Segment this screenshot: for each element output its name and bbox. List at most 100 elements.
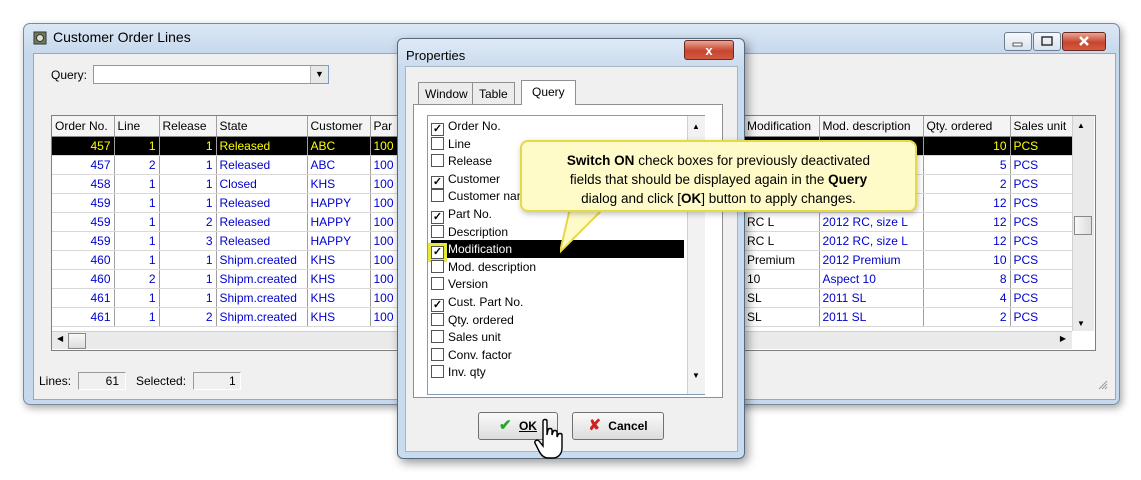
cell-order[interactable]: 457 bbox=[52, 136, 115, 156]
cell-order[interactable]: 460 bbox=[52, 250, 115, 270]
tab-query[interactable]: Query bbox=[521, 80, 576, 105]
table-row[interactable]: 460 2 1 Shipm.created KHS 100 bbox=[52, 269, 398, 289]
cell-order[interactable]: 459 bbox=[52, 193, 115, 213]
cell-unit[interactable]: PCS bbox=[1010, 193, 1073, 213]
cell-modification[interactable]: 10 bbox=[744, 269, 820, 289]
cell-release[interactable]: 1 bbox=[159, 155, 217, 175]
cell-release[interactable]: 1 bbox=[159, 269, 217, 289]
checkbox-unchecked[interactable] bbox=[431, 154, 444, 168]
checkbox-unchecked[interactable] bbox=[431, 330, 444, 344]
field-item[interactable]: ✓ Modification bbox=[431, 240, 684, 260]
checkbox-unchecked[interactable] bbox=[431, 259, 444, 273]
cell-mod-desc[interactable]: 2011 SL bbox=[819, 307, 924, 327]
maximize-button[interactable] bbox=[1033, 32, 1061, 51]
table-row[interactable]: RC L 2012 RC, size L 12 PCS bbox=[744, 212, 1073, 232]
cell-customer[interactable]: HAPPY bbox=[307, 193, 371, 213]
column-header[interactable]: Qty. ordered bbox=[923, 116, 1011, 137]
cell-mod-desc[interactable]: 2012 Premium bbox=[819, 250, 924, 270]
cell-qty[interactable]: 2 bbox=[923, 174, 1011, 194]
cell-state[interactable]: Shipm.created bbox=[216, 288, 308, 308]
cell-unit[interactable]: PCS bbox=[1010, 155, 1073, 175]
cell-line[interactable]: 2 bbox=[114, 155, 160, 175]
table-row[interactable]: 460 1 1 Shipm.created KHS 100 bbox=[52, 250, 398, 270]
cell-unit[interactable]: PCS bbox=[1010, 174, 1073, 194]
checkbox-unchecked[interactable] bbox=[431, 136, 444, 150]
field-item[interactable]: Description bbox=[431, 223, 508, 241]
column-header[interactable]: Release bbox=[159, 116, 217, 137]
cell-customer[interactable]: KHS bbox=[307, 250, 371, 270]
grid-vertical-scrollbar[interactable]: ▲ ▼ bbox=[1072, 116, 1094, 331]
cell-customer[interactable]: KHS bbox=[307, 174, 371, 194]
cell-line[interactable]: 2 bbox=[114, 269, 160, 289]
cell-state[interactable]: Shipm.created bbox=[216, 250, 308, 270]
cell-qty[interactable]: 8 bbox=[923, 269, 1011, 289]
scroll-up-icon[interactable]: ▲ bbox=[1077, 121, 1085, 130]
scroll-down-icon[interactable]: ▼ bbox=[1077, 319, 1085, 328]
cell-part[interactable]: 100 bbox=[370, 193, 398, 213]
cell-modification[interactable]: SL bbox=[744, 288, 820, 308]
cell-part[interactable]: 100 bbox=[370, 269, 398, 289]
cell-line[interactable]: 1 bbox=[114, 307, 160, 327]
cell-order[interactable]: 459 bbox=[52, 231, 115, 251]
cell-state[interactable]: Released bbox=[216, 155, 308, 175]
column-header[interactable]: Sales unit bbox=[1010, 116, 1073, 137]
cell-order[interactable]: 460 bbox=[52, 269, 115, 289]
cell-unit[interactable]: PCS bbox=[1010, 231, 1073, 251]
field-item[interactable]: Version bbox=[431, 275, 488, 293]
cell-line[interactable]: 1 bbox=[114, 250, 160, 270]
table-row[interactable]: 457 2 1 Released ABC 100 bbox=[52, 155, 398, 175]
field-item[interactable]: Mod. description bbox=[431, 258, 536, 276]
cell-part[interactable]: 100 bbox=[370, 155, 398, 175]
table-row[interactable]: 10 Aspect 10 8 PCS bbox=[744, 269, 1073, 289]
table-row[interactable]: 461 1 2 Shipm.created KHS 100 bbox=[52, 307, 398, 327]
cell-modification[interactable]: RC L bbox=[744, 212, 820, 232]
cell-release[interactable]: 1 bbox=[159, 136, 217, 156]
tab-table[interactable]: Table bbox=[472, 82, 515, 104]
cell-unit[interactable]: PCS bbox=[1010, 212, 1073, 232]
cell-release[interactable]: 1 bbox=[159, 250, 217, 270]
checkbox-unchecked[interactable] bbox=[431, 189, 444, 203]
cell-mod-desc[interactable]: 2011 SL bbox=[819, 288, 924, 308]
scroll-right-icon[interactable]: ▶ bbox=[1060, 334, 1066, 343]
cell-qty[interactable]: 10 bbox=[923, 250, 1011, 270]
cell-modification[interactable]: Premium bbox=[744, 250, 820, 270]
cell-release[interactable]: 2 bbox=[159, 307, 217, 327]
cell-line[interactable]: 1 bbox=[114, 288, 160, 308]
cell-qty[interactable]: 12 bbox=[923, 212, 1011, 232]
field-item[interactable]: ✓ Part No. bbox=[431, 205, 492, 224]
table-row[interactable]: 457 1 1 Released ABC 100 bbox=[52, 136, 398, 156]
table-row[interactable]: RC L 2012 RC, size L 12 PCS bbox=[744, 231, 1073, 251]
cell-qty[interactable]: 4 bbox=[923, 288, 1011, 308]
query-combobox[interactable]: ▼ bbox=[93, 65, 329, 84]
column-header[interactable]: Customer bbox=[307, 116, 371, 137]
cell-line[interactable]: 1 bbox=[114, 231, 160, 251]
close-window-button[interactable] bbox=[1062, 32, 1106, 51]
column-header[interactable]: Par bbox=[370, 116, 398, 137]
field-item[interactable]: Inv. qty bbox=[431, 363, 486, 381]
list-scroll-down-icon[interactable]: ▼ bbox=[692, 371, 700, 380]
cell-unit[interactable]: PCS bbox=[1010, 269, 1073, 289]
cell-line[interactable]: 1 bbox=[114, 212, 160, 232]
table-row[interactable]: 459 1 2 Released HAPPY 100 bbox=[52, 212, 398, 232]
list-scroll-up-icon[interactable]: ▲ bbox=[692, 122, 700, 131]
vertical-scroll-thumb[interactable] bbox=[1074, 216, 1092, 235]
checkbox-unchecked[interactable] bbox=[431, 365, 444, 379]
field-item[interactable]: Customer nam bbox=[431, 187, 527, 205]
cell-unit[interactable]: PCS bbox=[1010, 307, 1073, 327]
cell-state[interactable]: Released bbox=[216, 212, 308, 232]
column-header[interactable]: Modification bbox=[744, 116, 820, 137]
table-row[interactable]: 459 1 3 Released HAPPY 100 bbox=[52, 231, 398, 251]
cell-modification[interactable]: SL bbox=[744, 307, 820, 327]
cell-mod-desc[interactable]: 2012 RC, size L bbox=[819, 231, 924, 251]
cell-order[interactable]: 461 bbox=[52, 307, 115, 327]
cell-customer[interactable]: ABC bbox=[307, 155, 371, 175]
field-item[interactable]: ✓ Order No. bbox=[431, 117, 501, 136]
cell-order[interactable]: 459 bbox=[52, 212, 115, 232]
field-item[interactable]: ✓ Customer bbox=[431, 170, 500, 189]
table-row[interactable]: 459 1 1 Released HAPPY 100 bbox=[52, 193, 398, 213]
cell-order[interactable]: 458 bbox=[52, 174, 115, 194]
resize-grip-icon[interactable] bbox=[1096, 378, 1108, 393]
cell-state[interactable]: Shipm.created bbox=[216, 307, 308, 327]
scroll-left-icon[interactable]: ◀ bbox=[57, 334, 63, 343]
cell-customer[interactable]: HAPPY bbox=[307, 212, 371, 232]
